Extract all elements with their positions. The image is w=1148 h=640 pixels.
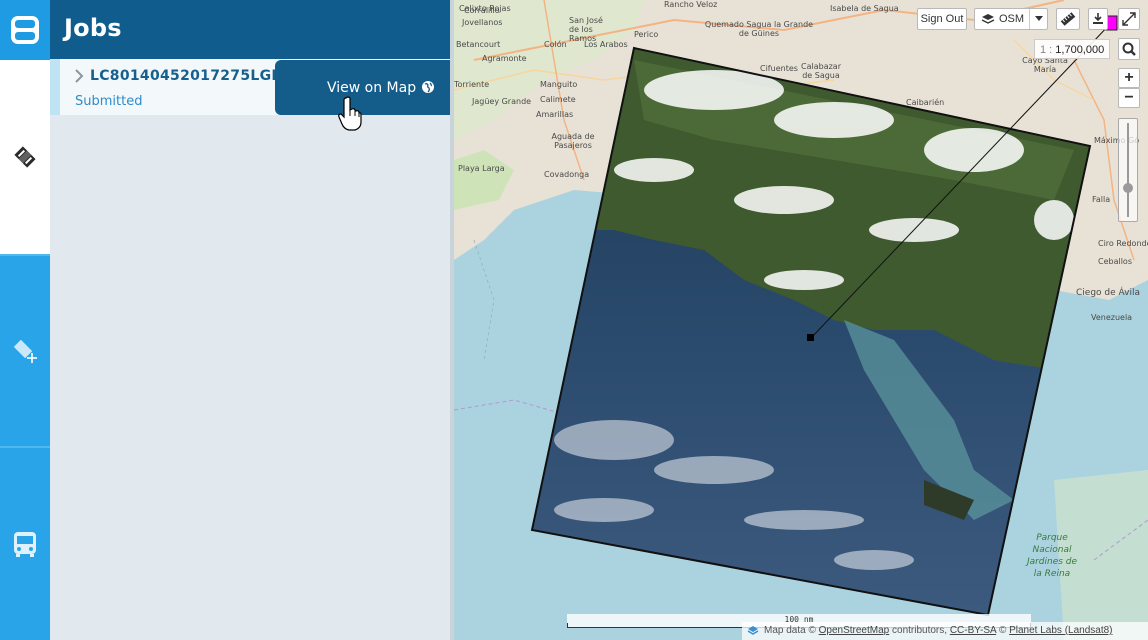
- place-label: Quemado Sagua la Grande de Güines: [704, 20, 814, 38]
- chevron-right-icon[interactable]: [74, 69, 86, 83]
- place-label: Parque Nacional Jardines de la Reina: [1026, 533, 1078, 579]
- attribution-contributors: contributors,: [892, 625, 948, 636]
- place-label: Agramonte: [482, 54, 527, 63]
- globe-icon: [422, 81, 434, 93]
- bus-icon: [14, 532, 36, 557]
- basemap-select[interactable]: OSM: [974, 8, 1048, 30]
- openlayers-icon: [747, 626, 759, 635]
- measure-button[interactable]: [1056, 8, 1080, 30]
- scale-ratio-display: 1 : 1,700,000: [1034, 39, 1111, 59]
- navigation-rail: [0, 0, 50, 640]
- layers-icon: [981, 14, 995, 24]
- place-label: Ciro Redondo: [1098, 239, 1148, 248]
- rail-item-jobs[interactable]: [0, 60, 50, 254]
- place-label: Manguito: [540, 80, 578, 89]
- search-icon: [1122, 42, 1136, 56]
- map-view[interactable]: Rancho Veloz Corralillo Isabela de Sagua…: [454, 0, 1148, 640]
- osm-link[interactable]: OpenStreetMap: [819, 625, 890, 636]
- hand-cursor-icon: [338, 96, 362, 131]
- scale-prefix: 1 :: [1040, 44, 1053, 56]
- place-label: Los Arabos: [584, 40, 628, 49]
- export-button[interactable]: [1088, 8, 1108, 30]
- create-job-icon: [13, 339, 37, 363]
- place-label: Calabazar de Sagua: [801, 62, 841, 80]
- sign-out-button[interactable]: Sign Out: [917, 8, 967, 30]
- place-label: San José de los Ramos: [569, 16, 603, 43]
- jobs-icon: [14, 146, 36, 168]
- zoom-slider-handle[interactable]: [1123, 183, 1133, 193]
- place-label: Falla: [1092, 195, 1111, 204]
- place-label: Playa Larga: [458, 164, 505, 173]
- page-title: Jobs: [64, 14, 122, 42]
- place-label: Ceballos: [1098, 257, 1132, 266]
- license-link[interactable]: CC-BY-SA: [950, 625, 996, 636]
- app-logo-icon: [11, 16, 39, 44]
- place-label: Betancourt: [456, 40, 501, 49]
- place-label: Rancho Veloz: [664, 0, 718, 9]
- jobs-panel-header: Jobs: [50, 0, 450, 59]
- job-name: LC80140452017275LGN00: [90, 68, 280, 84]
- view-on-map-label: View on Map: [327, 79, 417, 96]
- search-button[interactable]: [1118, 38, 1140, 60]
- attribution-sep: ©: [998, 625, 1007, 636]
- app-logo-button[interactable]: [0, 0, 50, 60]
- place-label: Amarillas: [536, 110, 574, 119]
- place-label: Aguada de Pasajeros: [551, 132, 595, 150]
- place-label: Covadonga: [544, 170, 590, 179]
- place-label: Ciego de Ávila: [1076, 288, 1140, 298]
- place-label: Perico: [634, 30, 659, 39]
- place-label: Cifuentes: [760, 64, 798, 73]
- zoom-slider[interactable]: [1118, 118, 1138, 222]
- zoom-slider-track: [1127, 123, 1129, 217]
- imagery-link[interactable]: Planet Labs (Landsat8): [1009, 625, 1112, 636]
- place-label: Colón: [544, 40, 567, 49]
- scale-value: 1,700,000: [1055, 44, 1105, 56]
- jobs-panel: Jobs LC80140452017275LGN00 Submitted Vie…: [50, 0, 450, 640]
- zoom-in-button[interactable]: +: [1118, 68, 1140, 88]
- place-label: Isabela de Sagua: [830, 4, 899, 13]
- job-status: Submitted: [75, 94, 143, 109]
- map-attribution: Map data © OpenStreetMap contributors, C…: [742, 622, 1148, 640]
- place-label: Jagüey Grande: [472, 97, 532, 106]
- place-label: Calixto Rojas: [459, 4, 511, 13]
- basemap-label: OSM: [999, 13, 1025, 25]
- rail-item-create-job[interactable]: [0, 254, 50, 446]
- attribution-prefix: Map data ©: [764, 625, 816, 636]
- fullscreen-button[interactable]: [1118, 8, 1140, 30]
- expand-icon: [1122, 12, 1136, 26]
- zoom-out-button[interactable]: −: [1118, 88, 1140, 108]
- download-icon: [1093, 13, 1103, 24]
- place-label: Venezuela: [1091, 313, 1133, 322]
- rail-item-service-bus[interactable]: [0, 446, 50, 640]
- place-label: Jovellanos: [462, 18, 503, 27]
- place-label: Caibarién: [906, 98, 945, 107]
- place-label: Torriente: [454, 80, 490, 89]
- chevron-down-icon: [1029, 9, 1047, 29]
- ruler-icon: [1060, 12, 1076, 26]
- place-label: Calimete: [540, 95, 576, 104]
